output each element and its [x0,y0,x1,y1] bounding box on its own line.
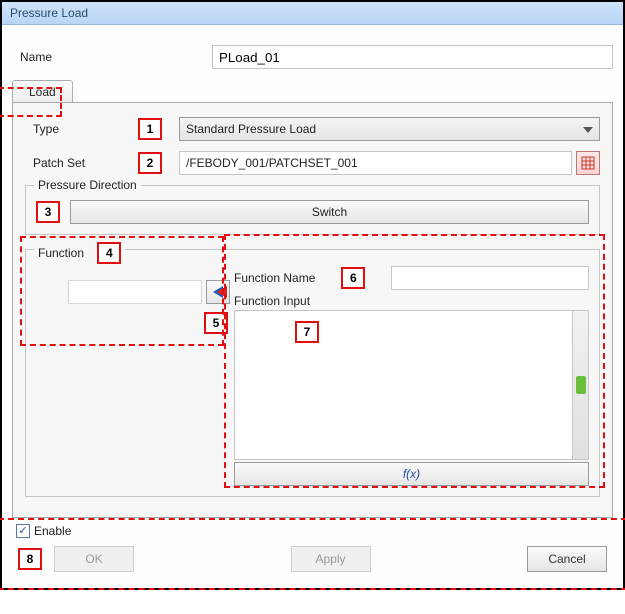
annotation-3: 3 [36,201,60,223]
switch-button[interactable]: Switch [70,200,589,224]
cancel-button-label: Cancel [548,552,585,566]
switch-button-label: Switch [312,205,347,219]
apply-button[interactable]: Apply [291,546,371,572]
name-label: Name [12,50,152,64]
annotation-7: 7 [295,321,319,343]
type-select-value: Standard Pressure Load [186,122,316,136]
annotation-4: 4 [97,242,121,264]
patch-set-label: Patch Set [25,156,135,170]
cancel-button[interactable]: Cancel [527,546,607,572]
function-group-title: Function 4 [34,242,125,264]
tab-panel-load: Type 1 Standard Pressure Load Patch Set … [12,102,613,518]
fx-button-label: f(x) [403,467,420,481]
patch-set-field[interactable]: /FEBODY_001/PATCHSET_001 [179,151,572,175]
function-input-textarea[interactable]: 7 [234,310,589,460]
arrow-left-icon [213,286,223,298]
scrollbar-thumb[interactable] [576,376,586,394]
pressure-direction-title: Pressure Direction [34,178,141,192]
function-left-pane: 5 [36,266,232,486]
function-input-label: Function Input [234,294,589,308]
type-label: Type [25,122,135,136]
annotation-2: 2 [138,152,162,174]
window-title: Pressure Load [10,6,88,20]
assign-arrow-button[interactable] [206,280,230,304]
annotation-5: 5 [204,312,228,334]
function-group: Function 4 [25,249,600,497]
function-right-pane: Function Name 6 Function Input 7 [234,266,589,486]
type-select[interactable]: Standard Pressure Load [179,117,600,141]
annotation-6: 6 [341,267,365,289]
annotation-1: 1 [138,118,162,140]
window-titlebar: Pressure Load [2,2,623,25]
dialog-content: Name Load Type 1 Standard Pressure Load [2,25,623,588]
patch-set-value: /FEBODY_001/PATCHSET_001 [186,156,358,170]
annotation-8: 8 [18,548,42,570]
tab-load[interactable]: Load [12,80,73,103]
name-input[interactable] [212,45,613,69]
function-group-title-text: Function [38,246,84,260]
enable-label: Enable [34,524,71,538]
tab-load-label: Load [29,85,56,99]
function-name-input[interactable] [391,266,589,290]
ok-button-label: OK [85,552,102,566]
pressure-direction-group: Pressure Direction 3 Switch [25,185,600,235]
function-name-label: Function Name [234,271,315,285]
apply-button-label: Apply [315,552,345,566]
function-list-field[interactable] [68,280,202,304]
enable-checkbox[interactable]: ✓ [16,524,30,538]
ok-button[interactable]: OK [54,546,134,572]
dialog-window: Pressure Load Name Load Type 1 Sta [0,0,625,590]
grid-icon [581,156,595,170]
patch-set-browse-button[interactable] [576,151,600,175]
scrollbar[interactable] [572,311,588,459]
fx-button[interactable]: f(x) [234,462,589,486]
